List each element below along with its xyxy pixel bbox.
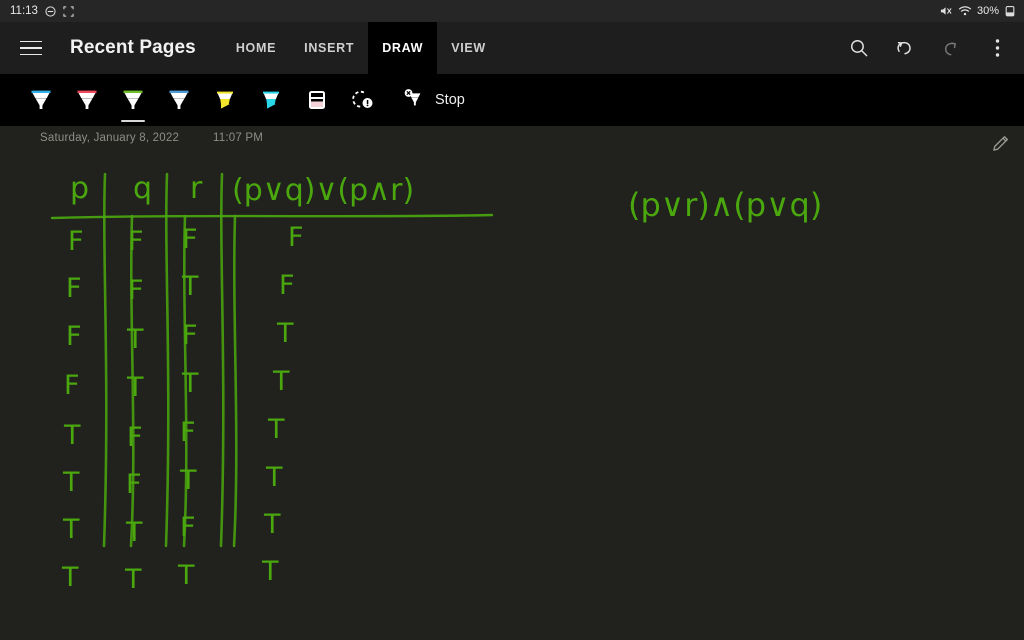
battery-icon bbox=[1004, 5, 1016, 17]
table-row: F F T F bbox=[66, 270, 295, 306]
hamburger-menu-icon[interactable] bbox=[14, 31, 48, 65]
volume-mute-icon bbox=[940, 5, 953, 17]
highlighter-cyan-tool[interactable] bbox=[248, 74, 294, 126]
cell-r: T bbox=[181, 368, 199, 399]
undo-icon[interactable] bbox=[892, 35, 918, 61]
cell-r: F bbox=[182, 224, 198, 255]
cell-p: T bbox=[62, 467, 80, 498]
redo-icon bbox=[938, 35, 964, 61]
cell-q: F bbox=[126, 469, 142, 500]
cell-p: F bbox=[66, 273, 82, 304]
eraser-tool[interactable] bbox=[294, 74, 340, 126]
cell-p: F bbox=[64, 370, 80, 401]
tab-insert[interactable]: INSERT bbox=[290, 22, 368, 74]
page-title: Recent Pages bbox=[70, 37, 196, 58]
cell-q: F bbox=[127, 422, 143, 453]
side-expression: (p∨r)∧(p∨q) bbox=[628, 186, 822, 224]
cell-result: F bbox=[288, 222, 304, 253]
stop-button-label: Stop bbox=[435, 92, 465, 108]
overflow-menu-icon[interactable] bbox=[984, 35, 1010, 61]
header-p: p bbox=[70, 171, 89, 206]
table-row: T T F T bbox=[62, 509, 281, 548]
tab-view[interactable]: VIEW bbox=[437, 22, 500, 74]
cell-result: T bbox=[272, 366, 290, 397]
pen-stop-icon bbox=[400, 85, 426, 116]
pen-red-tool[interactable] bbox=[64, 74, 110, 126]
cell-q: T bbox=[124, 564, 142, 595]
app-bar-actions bbox=[846, 35, 1010, 61]
status-bar: 11:13 30% bbox=[0, 0, 1024, 22]
note-canvas[interactable]: Saturday, January 8, 2022 11:07 PM p q r… bbox=[0, 126, 1024, 640]
cell-result: T bbox=[261, 556, 279, 587]
pen-green-tool[interactable] bbox=[110, 74, 156, 126]
cell-q: F bbox=[128, 226, 144, 257]
table-row: T F T T bbox=[62, 462, 283, 500]
screenshot-crop-icon bbox=[63, 5, 74, 17]
table-row: T T T T bbox=[61, 556, 279, 595]
cell-result: T bbox=[263, 509, 281, 540]
lasso-select-tool[interactable] bbox=[340, 74, 386, 126]
header-q: q bbox=[133, 171, 152, 206]
cell-q: T bbox=[126, 324, 144, 355]
cell-q: T bbox=[126, 372, 144, 403]
draw-toolbar: Stop bbox=[0, 74, 1024, 126]
cell-result: T bbox=[265, 462, 283, 493]
wifi-icon bbox=[958, 5, 972, 17]
handwriting-ink-layer: p q r (p∨q)∨(p∧r) F F F F F F T F F T F bbox=[50, 171, 822, 595]
table-row: T F F T bbox=[63, 414, 285, 453]
cell-result: F bbox=[279, 270, 295, 301]
header-expression: (p∨q)∨(p∧r) bbox=[232, 173, 414, 208]
cell-r: F bbox=[180, 417, 196, 448]
battery-percent-label: 30% bbox=[976, 5, 999, 17]
pen-blue-tool[interactable] bbox=[18, 74, 64, 126]
cell-r: T bbox=[181, 271, 199, 302]
cell-result: T bbox=[276, 318, 294, 349]
cell-r: F bbox=[180, 512, 196, 543]
cell-r: T bbox=[179, 465, 197, 496]
tab-home[interactable]: HOME bbox=[222, 22, 290, 74]
cell-q: F bbox=[128, 275, 144, 306]
pen-light-blue-tool[interactable] bbox=[156, 74, 202, 126]
cell-p: F bbox=[68, 226, 84, 257]
stop-button[interactable]: Stop bbox=[386, 74, 479, 126]
cell-q: T bbox=[125, 517, 143, 548]
cell-p: T bbox=[63, 420, 81, 451]
status-time: 11:13 bbox=[10, 5, 38, 17]
highlighter-yellow-tool[interactable] bbox=[202, 74, 248, 126]
cell-r: F bbox=[182, 320, 198, 351]
cell-p: F bbox=[66, 321, 82, 352]
status-bar-right: 30% bbox=[940, 5, 1016, 17]
cell-p: T bbox=[62, 514, 80, 545]
tab-draw[interactable]: DRAW bbox=[368, 22, 438, 74]
cell-p: T bbox=[61, 562, 79, 593]
table-header-row: p q r (p∨q)∨(p∧r) bbox=[70, 171, 414, 208]
status-bar-left: 11:13 bbox=[10, 5, 74, 17]
app-bar: Recent Pages HOME INSERT DRAW VIEW bbox=[0, 22, 1024, 74]
do-not-disturb-icon bbox=[45, 5, 56, 17]
truth-table-rows: F F F F F F T F F T F T F T T T T F F T … bbox=[61, 222, 304, 595]
search-icon[interactable] bbox=[846, 35, 872, 61]
ribbon-tabs: HOME INSERT DRAW VIEW bbox=[222, 22, 500, 74]
table-row: F T F T bbox=[66, 318, 294, 355]
cell-r: T bbox=[177, 560, 195, 591]
table-row: F T T T bbox=[64, 366, 290, 403]
cell-result: T bbox=[267, 414, 285, 445]
header-r: r bbox=[190, 171, 203, 206]
